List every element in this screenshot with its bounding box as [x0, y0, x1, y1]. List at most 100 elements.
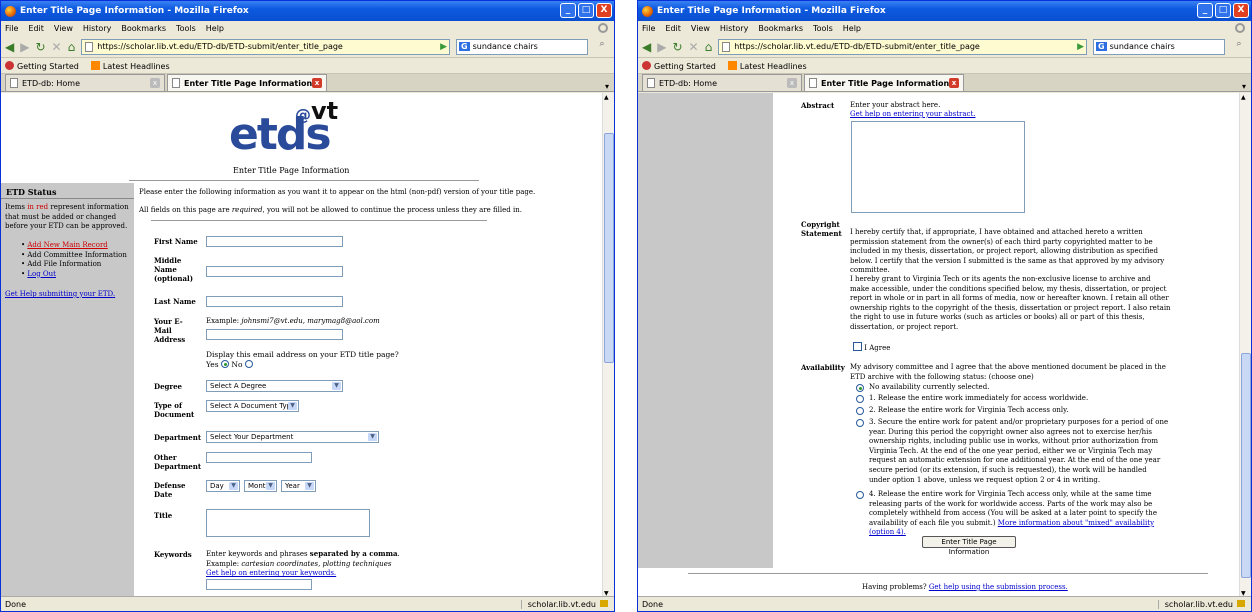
- tab-list-arrow[interactable]: ▾: [600, 82, 614, 91]
- minimize-button[interactable]: _: [1197, 3, 1213, 18]
- search-box[interactable]: G sundance chairs: [1093, 38, 1225, 55]
- url-bar[interactable]: https://scholar.lib.vt.edu/ETD-db/ETD-su…: [718, 38, 1087, 55]
- title-textarea[interactable]: [206, 509, 370, 537]
- bookmark-getting-started[interactable]: Getting Started: [642, 60, 716, 71]
- bookmark-latest-headlines[interactable]: Latest Headlines: [727, 60, 807, 71]
- option-none-radio[interactable]: [856, 384, 864, 393]
- search-engine-icon[interactable]: G: [1096, 42, 1107, 51]
- option-4-radio[interactable]: [856, 491, 864, 500]
- abstract-label: Abstract: [801, 101, 835, 110]
- tab-enter-title-page[interactable]: Enter Title Page Information x: [804, 74, 964, 91]
- back-button[interactable]: ◀: [642, 40, 651, 54]
- tab-etd-home[interactable]: ETD-db: Home x: [642, 74, 802, 91]
- menu-edit[interactable]: Edit: [28, 24, 44, 33]
- close-button[interactable]: X: [596, 3, 612, 18]
- email-input[interactable]: [206, 329, 343, 340]
- degree-select[interactable]: Select A Degree ▼: [206, 380, 343, 392]
- step-add-main-record[interactable]: • Add New Main Record: [21, 241, 133, 251]
- tab-list-arrow[interactable]: ▾: [1237, 82, 1251, 91]
- tab-close-icon[interactable]: x: [787, 78, 797, 88]
- display-email-no-radio[interactable]: [244, 360, 253, 368]
- help-submitting-link[interactable]: Get Help submitting your ETD.: [5, 290, 115, 298]
- keywords-input[interactable]: [206, 579, 312, 590]
- menu-tools[interactable]: Tools: [813, 24, 833, 33]
- menu-bookmarks[interactable]: Bookmarks: [121, 24, 166, 33]
- menu-help[interactable]: Help: [843, 24, 861, 33]
- url-bar[interactable]: https://scholar.lib.vt.edu/ETD-db/ETD-su…: [81, 38, 450, 55]
- display-email-yes-radio[interactable]: [220, 360, 229, 368]
- vertical-scrollbar[interactable]: ▲ ▼: [1239, 93, 1251, 598]
- search-input[interactable]: sundance chairs: [1110, 42, 1175, 51]
- close-button[interactable]: X: [1233, 3, 1249, 18]
- menu-view[interactable]: View: [54, 24, 73, 33]
- scroll-up-icon[interactable]: ▲: [1241, 94, 1246, 101]
- menu-bookmarks[interactable]: Bookmarks: [758, 24, 803, 33]
- month-select[interactable]: Month ▼: [244, 480, 277, 492]
- help-submission-link[interactable]: Get help using the submission process.: [929, 583, 1068, 591]
- go-button[interactable]: ▶: [1077, 42, 1086, 52]
- search-engine-icon[interactable]: G: [459, 42, 470, 51]
- bookmark-getting-started[interactable]: Getting Started: [5, 60, 79, 71]
- abstract-help-link[interactable]: Get help on entering your abstract.: [850, 110, 976, 120]
- scroll-thumb[interactable]: [604, 133, 614, 363]
- menu-file[interactable]: File: [5, 24, 18, 33]
- chevron-down-icon: ▼: [288, 402, 297, 410]
- menu-view[interactable]: View: [691, 24, 710, 33]
- option-4-text: 4. Release the entire work for Virginia …: [869, 490, 1157, 537]
- search-input[interactable]: sundance chairs: [473, 42, 538, 51]
- tab-bar: ETD-db: Home x Enter Title Page Informati…: [638, 74, 1251, 92]
- maximize-button[interactable]: □: [578, 3, 594, 18]
- search-icon[interactable]: ⌕: [1231, 39, 1247, 55]
- page-content: etds @ vt Enter Title Page Information E…: [1, 93, 614, 598]
- maximize-button[interactable]: □: [1215, 3, 1231, 18]
- department-select[interactable]: Select Your Department ▼: [206, 431, 379, 443]
- first-name-input[interactable]: [206, 236, 343, 247]
- stop-button[interactable]: ✕: [52, 40, 62, 54]
- forward-button[interactable]: ▶: [657, 40, 666, 54]
- day-select[interactable]: Day ▼: [206, 480, 240, 492]
- agree-checkbox[interactable]: [853, 342, 862, 351]
- menu-help[interactable]: Help: [206, 24, 224, 33]
- scroll-thumb[interactable]: [1241, 353, 1251, 578]
- forward-button[interactable]: ▶: [20, 40, 29, 54]
- enter-title-page-button[interactable]: Enter Title Page Information: [922, 536, 1016, 556]
- scroll-up-icon[interactable]: ▲: [604, 94, 609, 101]
- back-button[interactable]: ◀: [5, 40, 14, 54]
- reload-button[interactable]: ↻: [672, 40, 682, 54]
- menu-file[interactable]: File: [642, 24, 655, 33]
- tab-close-icon[interactable]: x: [949, 78, 959, 88]
- middle-name-input[interactable]: [206, 266, 343, 277]
- year-select[interactable]: Year ▼: [281, 480, 316, 492]
- search-box[interactable]: G sundance chairs: [456, 38, 588, 55]
- reload-button[interactable]: ↻: [35, 40, 45, 54]
- document-type-select[interactable]: Select A Document Type ▼: [206, 400, 299, 412]
- tab-enter-title-page[interactable]: Enter Title Page Information x: [167, 74, 327, 91]
- step-log-out[interactable]: • Log Out: [21, 270, 133, 280]
- minimize-button[interactable]: _: [560, 3, 576, 18]
- keywords-help-link[interactable]: Get help on entering your keywords.: [206, 569, 406, 579]
- option-3-radio[interactable]: [856, 419, 864, 428]
- menu-edit[interactable]: Edit: [665, 24, 681, 33]
- middle-name-label: Middle Name (optional): [154, 256, 194, 283]
- vertical-scrollbar[interactable]: ▲ ▼: [602, 93, 614, 598]
- last-name-input[interactable]: [206, 296, 343, 307]
- bookmark-latest-headlines[interactable]: Latest Headlines: [90, 60, 170, 71]
- tab-etd-home[interactable]: ETD-db: Home x: [5, 74, 165, 91]
- home-button[interactable]: ⌂: [705, 40, 713, 54]
- abstract-textarea[interactable]: [851, 121, 1025, 213]
- option-2-radio[interactable]: [856, 407, 864, 416]
- copyright-label: Copyright Statement: [801, 220, 842, 238]
- search-icon[interactable]: ⌕: [594, 39, 610, 55]
- status-host: scholar.lib.vt.edu: [520, 599, 614, 609]
- menu-history[interactable]: History: [83, 24, 111, 33]
- other-department-input[interactable]: [206, 452, 312, 463]
- menu-history[interactable]: History: [720, 24, 748, 33]
- menu-tools[interactable]: Tools: [176, 24, 196, 33]
- go-button[interactable]: ▶: [440, 42, 449, 52]
- home-button[interactable]: ⌂: [68, 40, 76, 54]
- tab-close-icon[interactable]: x: [312, 78, 322, 88]
- keywords-help-text: Enter keywords and phrases separated by …: [206, 549, 406, 579]
- stop-button[interactable]: ✕: [689, 40, 699, 54]
- tab-close-icon[interactable]: x: [150, 78, 160, 88]
- option-1-radio[interactable]: [856, 395, 864, 404]
